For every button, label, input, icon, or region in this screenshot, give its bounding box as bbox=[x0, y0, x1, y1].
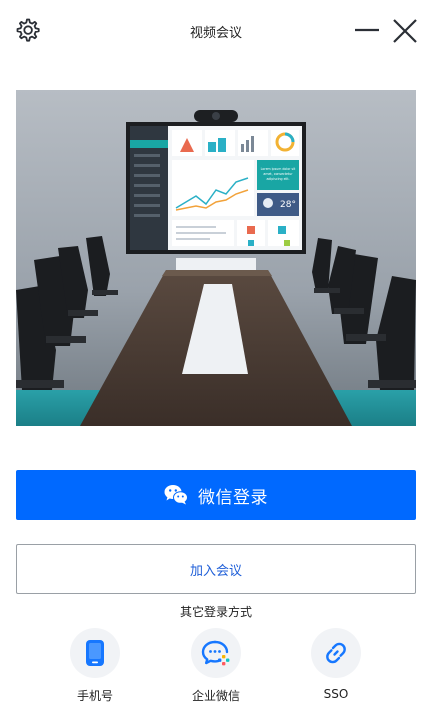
screen-card-line-1: Lorem ipsum dolor sit bbox=[261, 167, 296, 171]
join-meeting-button[interactable]: 加入会议 bbox=[16, 544, 416, 594]
phone-login-option[interactable]: 手机号 bbox=[50, 628, 140, 704]
screen-temperature: 28° bbox=[280, 200, 296, 210]
enterprise-wechat-login-option[interactable]: 企业微信 bbox=[171, 628, 261, 704]
other-login-title: 其它登录方式 bbox=[179, 605, 252, 619]
phone-icon bbox=[70, 628, 120, 678]
link-icon bbox=[311, 628, 361, 678]
enterprise-wechat-login-label: 企业微信 bbox=[191, 689, 240, 703]
enterprise-wechat-icon bbox=[191, 628, 241, 678]
sso-login-option[interactable]: SSO bbox=[291, 628, 381, 701]
wechat-icon bbox=[164, 484, 188, 506]
phone-login-label: 手机号 bbox=[76, 689, 113, 703]
title-bar: 视频会议 bbox=[0, 0, 432, 62]
join-meeting-label: 加入会议 bbox=[189, 563, 242, 579]
screen-card-line-2: amet, consectetur bbox=[263, 172, 293, 176]
close-icon[interactable] bbox=[390, 16, 420, 46]
sso-login-label: SSO bbox=[323, 687, 349, 701]
minimize-icon[interactable] bbox=[352, 18, 382, 42]
hero-image: Lorem ipsum dolor sit amet, consectetur … bbox=[16, 90, 416, 426]
wechat-login-button[interactable]: 微信登录 bbox=[16, 470, 416, 520]
screen-card-line-3: adipiscing elit. bbox=[266, 177, 289, 181]
wechat-login-label: 微信登录 bbox=[198, 487, 268, 508]
